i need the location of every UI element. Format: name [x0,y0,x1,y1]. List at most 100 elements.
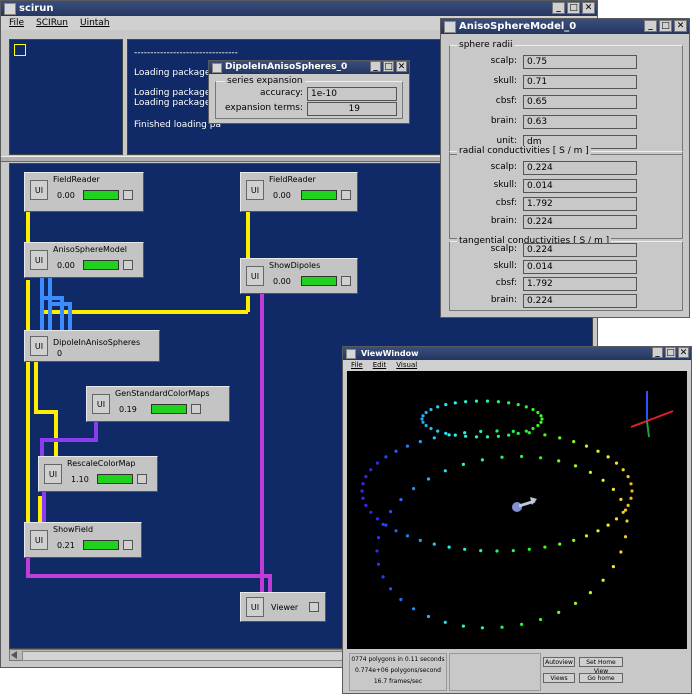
module-ui-button[interactable]: UI [92,394,110,414]
tangential-scalp-input[interactable]: 0.224 [523,243,637,257]
close-icon[interactable]: ✕ [396,61,407,72]
module-ui-button[interactable]: UI [30,250,48,270]
module-show-field[interactable]: UI ShowField 0.21 [24,522,142,558]
wire-yellow[interactable] [26,212,30,244]
window-menu-icon[interactable] [346,349,356,359]
module-ui-button[interactable]: UI [30,180,48,200]
module-show-dipoles[interactable]: UI ShowDipoles 0.00 [240,258,358,294]
module-dipole-in-aniso-spheres[interactable]: UI DipoleInAnisoSpheres 0 [24,330,160,362]
menu-scirun[interactable]: SCIRun [36,16,68,30]
module-status-box[interactable] [191,404,201,414]
wire-yellow[interactable] [246,212,250,260]
maximize-icon[interactable]: □ [665,347,676,358]
module-progress-bar [83,260,119,270]
main-window-title: scirun [19,3,54,14]
module-status-box[interactable] [123,540,133,550]
network-overview[interactable] [9,39,123,155]
module-status-box[interactable] [123,260,133,270]
module-field-reader-1[interactable]: UI FieldReader 0.00 [24,172,144,212]
cbsf-radius-input[interactable]: 0.65 [523,95,637,109]
module-ui-button[interactable]: UI [30,336,48,356]
module-status-box[interactable] [309,602,319,612]
module-status-box[interactable] [123,190,133,200]
wire-magenta[interactable] [268,574,272,592]
accuracy-input[interactable]: 1e-10 [307,87,397,101]
minimize-icon[interactable]: _ [652,347,663,358]
view-menu-edit[interactable]: Edit [373,360,387,371]
close-icon[interactable]: ✕ [582,2,595,14]
window-menu-icon[interactable] [212,63,222,73]
module-rescale-color-map[interactable]: UI RescaleColorMap 1.10 [38,456,158,492]
module-aniso-sphere-model[interactable]: UI AnisoSphereModel 0.00 [24,242,144,278]
wire-magenta[interactable] [260,292,264,592]
go-home-button[interactable]: Go home [579,673,623,683]
module-field-reader-2[interactable]: UI FieldReader 0.00 [240,172,358,212]
module-ui-button[interactable]: UI [246,180,264,200]
menu-uintah[interactable]: Uintah [80,16,110,30]
wire-yellow[interactable] [34,360,38,410]
tangential-brain-input[interactable]: 0.224 [523,294,637,308]
field-point [584,444,589,448]
tangential-skull-input[interactable]: 0.014 [523,260,637,274]
overview-viewport-icon[interactable] [14,44,26,56]
minimize-icon[interactable]: _ [644,20,657,32]
tangential-cbsf-input[interactable]: 1.792 [523,277,637,291]
tangential-brain-label: brain: [490,295,517,305]
view-menu-file[interactable]: File [351,360,363,371]
module-gen-standard-color-maps[interactable]: UI GenStandardColorMaps 0.19 [86,386,230,422]
wire-yellow[interactable] [54,410,58,456]
minimize-icon[interactable]: _ [552,2,565,14]
radial-skull-input[interactable]: 0.014 [523,179,637,193]
scroll-left-icon[interactable] [11,651,17,659]
module-viewer[interactable]: UI Viewer [240,592,326,622]
field-point [429,426,433,431]
close-icon[interactable]: ✕ [678,347,689,358]
wire-purple[interactable] [42,492,46,522]
view-window-titlebar[interactable]: ViewWindow _ □ ✕ [343,347,691,360]
module-status-box[interactable] [341,190,351,200]
radial-cbsf-input[interactable]: 1.792 [523,197,637,211]
wire-purple[interactable] [40,438,44,458]
module-ui-button[interactable]: UI [30,530,48,550]
skull-radius-input[interactable]: 0.71 [523,75,637,89]
minimize-icon[interactable]: _ [370,61,381,72]
field-point [360,489,364,493]
dipole-dialog-titlebar[interactable]: DipoleInAnisoSpheres_0 _ □ ✕ [209,61,409,74]
close-icon[interactable]: ✕ [674,20,687,32]
wire-blue[interactable] [40,276,44,332]
expansion-terms-input[interactable]: 19 [307,102,397,116]
wire-yellow[interactable] [34,410,56,414]
module-status-box[interactable] [137,474,147,484]
window-menu-icon[interactable] [4,3,16,15]
dipole-point-cloud [360,391,674,630]
scalp-radius-input[interactable]: 0.75 [523,55,637,69]
set-home-view-button[interactable]: Set Home View [579,657,623,675]
wire-yellow[interactable] [26,360,30,522]
window-menu-icon[interactable] [444,21,456,33]
tangential-skull-label: skull: [493,261,517,271]
radial-brain-input[interactable]: 0.224 [523,215,637,229]
wire-yellow[interactable] [26,280,30,332]
aniso-dialog-titlebar[interactable]: AnisoSphereModel_0 _ □ ✕ [441,19,689,34]
wire-magenta[interactable] [26,574,270,578]
maximize-icon[interactable]: □ [383,61,394,72]
module-status-box[interactable] [341,276,351,286]
render-viewport[interactable] [347,371,687,649]
wire-purple[interactable] [40,438,98,442]
menu-file[interactable]: File [9,16,24,30]
wire-blue[interactable] [68,302,72,332]
wire-blue[interactable] [48,302,72,306]
maximize-icon[interactable]: □ [567,2,580,14]
autoview-button[interactable]: Autoview [543,657,575,667]
main-titlebar[interactable]: scirun _ □ ✕ [1,1,597,16]
module-ui-button[interactable]: UI [246,597,264,617]
module-ui-button[interactable]: UI [44,464,62,484]
wire-yellow[interactable] [246,296,250,312]
radial-scalp-input[interactable]: 0.224 [523,161,637,175]
module-ui-button[interactable]: UI [246,266,264,286]
view-menu-visual[interactable]: Visual [396,360,417,371]
maximize-icon[interactable]: □ [659,20,672,32]
brain-radius-input[interactable]: 0.63 [523,115,637,129]
wire-purple[interactable] [94,420,98,440]
views-button[interactable]: Views [543,673,575,683]
